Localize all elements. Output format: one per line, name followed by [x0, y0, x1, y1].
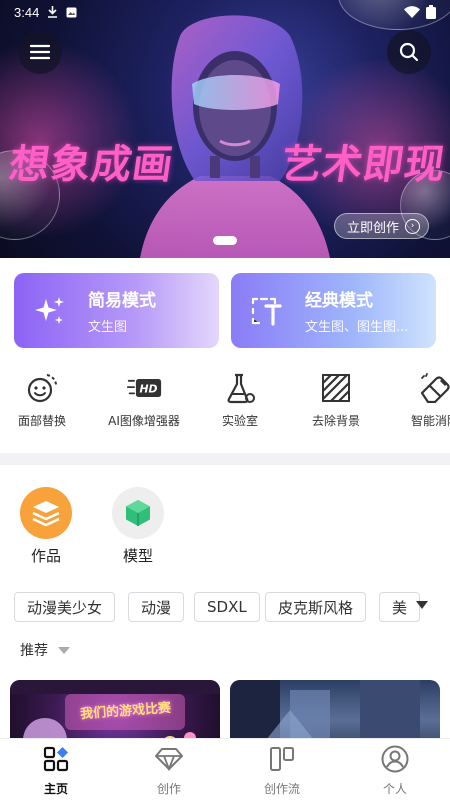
- category-models[interactable]: 模型: [108, 487, 168, 566]
- tool-ai-enhancer-label: AI图像增强器: [108, 414, 180, 428]
- sort-label: 推荐: [20, 643, 48, 659]
- nav-workflow[interactable]: 创作流: [242, 745, 322, 797]
- tools-row: 面部替换 HD AI图像增强器 实验室 去除背景 智能消: [0, 372, 450, 432]
- svg-text:HD: HD: [140, 383, 158, 396]
- cube-icon: [126, 500, 150, 526]
- hero-headline-right: 艺术即现: [278, 142, 449, 188]
- nav-profile[interactable]: 个人: [355, 745, 435, 797]
- bottom-navigation: 主页 创作 创作流 个人: [0, 738, 450, 800]
- eraser-icon: [420, 373, 450, 403]
- status-bar: 3:44: [0, 0, 450, 24]
- face-swap-icon: [27, 374, 57, 403]
- works-icon-wrap: [20, 487, 72, 539]
- category-models-label: 模型: [122, 547, 153, 565]
- remove-background-icon: [322, 374, 350, 402]
- tool-lab[interactable]: 实验室: [195, 372, 285, 429]
- hero-headline-left: 想象成画: [6, 142, 177, 188]
- tool-remove-background-label: 去除背景: [311, 414, 360, 428]
- simple-mode-title: 简易模式: [88, 291, 156, 311]
- nav-home-label: 主页: [43, 782, 68, 796]
- text-tool-icon: [251, 297, 282, 326]
- battery-icon: [426, 5, 436, 19]
- search-icon: [399, 42, 419, 62]
- download-icon: [48, 6, 58, 18]
- section-divider: [0, 453, 450, 465]
- tag-chip[interactable]: 动漫美少女: [14, 592, 116, 622]
- wifi-icon: [404, 6, 420, 18]
- home-grid-icon: [43, 746, 69, 772]
- diamond-icon: [155, 748, 183, 771]
- sparkle-icon: [35, 296, 64, 324]
- models-icon-wrap: [112, 487, 164, 539]
- banner-page-indicator: [213, 236, 237, 245]
- tag-chip[interactable]: SDXL: [194, 592, 260, 622]
- tool-remove-background[interactable]: 去除背景: [291, 372, 381, 429]
- create-now-label: 立即创作: [347, 220, 400, 236]
- nav-create-label: 创作: [156, 782, 181, 796]
- nav-home[interactable]: 主页: [16, 745, 96, 797]
- menu-icon: [30, 44, 50, 60]
- category-works-label: 作品: [30, 547, 61, 565]
- simple-mode-subtitle: 文生图: [88, 320, 128, 335]
- tool-lab-label: 实验室: [221, 414, 258, 428]
- workflow-icon: [270, 747, 294, 771]
- search-button[interactable]: [387, 30, 431, 74]
- sort-dropdown[interactable]: 推荐: [20, 640, 70, 660]
- flask-icon: [227, 373, 255, 404]
- layers-icon: [32, 501, 60, 527]
- chevron-down-icon[interactable]: [416, 601, 428, 609]
- nav-profile-label: 个人: [382, 782, 407, 796]
- hd-icon: HD: [126, 379, 162, 397]
- nav-create[interactable]: 创作: [129, 745, 209, 797]
- create-now-button[interactable]: 立即创作 ›: [334, 213, 430, 239]
- hero-banner[interactable]: 3:44 想象成画 艺术即现 立即创作 ›: [0, 0, 450, 258]
- tool-smart-erase-label: 智能消除: [410, 414, 450, 428]
- nav-workflow-label: 创作流: [263, 782, 300, 796]
- classic-mode-card[interactable]: 经典模式 文生图、图生图...: [231, 273, 436, 348]
- category-works[interactable]: 作品: [16, 487, 76, 566]
- tag-chip[interactable]: 皮克斯风格: [265, 592, 367, 622]
- tag-filter-row: 动漫美少女 动漫 SDXL 皮克斯风格 美: [14, 592, 438, 624]
- tool-smart-erase[interactable]: 智能消除: [390, 372, 450, 429]
- classic-mode-title: 经典模式: [305, 291, 373, 311]
- caret-down-icon: [58, 646, 70, 654]
- classic-mode-subtitle: 文生图、图生图...: [305, 320, 409, 335]
- tool-ai-enhancer[interactable]: HD AI图像增强器: [99, 372, 189, 429]
- tag-chip[interactable]: 动漫: [128, 592, 185, 622]
- tool-face-swap-label: 面部替换: [17, 414, 66, 428]
- simple-mode-card[interactable]: 简易模式 文生图: [14, 273, 219, 348]
- tool-face-swap[interactable]: 面部替换: [0, 372, 87, 429]
- user-icon: [381, 745, 409, 773]
- menu-button[interactable]: [18, 30, 62, 74]
- image-notification-icon: [66, 7, 77, 17]
- tag-chip[interactable]: 美: [379, 592, 421, 622]
- chevron-right-icon: ›: [405, 218, 421, 234]
- status-time: 3:44: [14, 4, 40, 20]
